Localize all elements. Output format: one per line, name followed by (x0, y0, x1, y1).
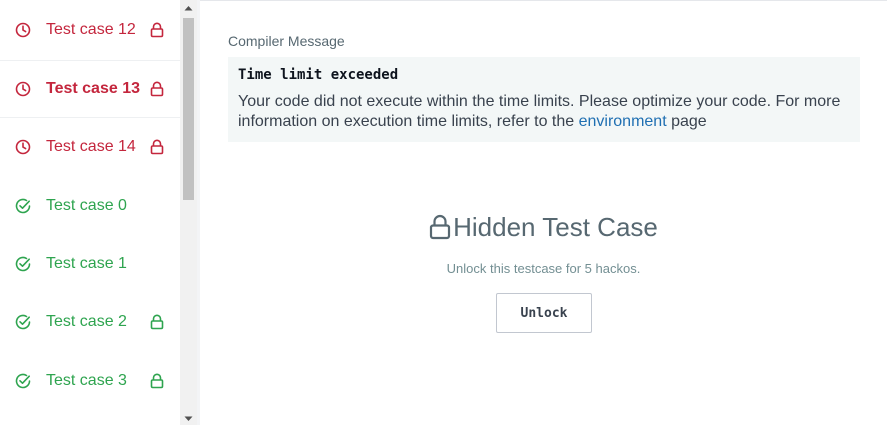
lock-icon (150, 139, 164, 155)
testcase-label: Test case 3 (46, 372, 127, 389)
check-circle-icon (15, 373, 31, 389)
check-circle-icon (15, 198, 31, 214)
lock-icon (150, 373, 164, 389)
compiler-message-tail: page (666, 113, 707, 130)
testcase-label: Test case 1 (46, 255, 127, 272)
testcase-item-2[interactable]: Test case 2 (0, 293, 180, 351)
scroll-down-arrow-icon[interactable] (184, 414, 193, 423)
unlock-hint: Unlock this testcase for 5 hackos. (446, 261, 641, 276)
testcase-item-13[interactable]: Test case 13 (0, 60, 180, 118)
environment-link[interactable]: environment (579, 113, 667, 130)
compiler-message-box: Time limit exceeded Your code did not ex… (228, 57, 860, 142)
clock-icon (15, 139, 31, 155)
scrollbar-thumb[interactable] (183, 18, 194, 200)
hidden-test-case-heading: Hidden Test Case (200, 212, 887, 243)
clock-icon (15, 81, 31, 97)
testcase-item-0[interactable]: Test case 0 (0, 177, 180, 235)
compiler-message-text: Your code did not execute within the tim… (238, 92, 850, 132)
lock-icon (150, 22, 164, 38)
testcase-item-1[interactable]: Test case 1 (0, 235, 180, 293)
testcase-item-12[interactable]: Test case 12 (0, 1, 180, 59)
testcase-item-3[interactable]: Test case 3 (0, 352, 180, 410)
testcase-detail-panel: Compiler Message Time limit exceeded You… (200, 0, 887, 425)
compiler-message-label: Compiler Message (228, 33, 345, 49)
testcase-label: Test case 0 (46, 197, 127, 214)
unlock-button[interactable]: Unlock (496, 293, 592, 333)
lock-icon (430, 214, 451, 240)
sidebar-scrollbar[interactable] (180, 0, 197, 425)
check-circle-icon (15, 256, 31, 272)
hidden-test-case-title: Hidden Test Case (453, 212, 658, 242)
lock-icon (150, 314, 164, 330)
testcase-label: Test case 14 (46, 138, 136, 155)
testcase-label: Test case 13 (46, 80, 140, 97)
lock-icon (150, 81, 164, 97)
clock-icon (15, 22, 31, 38)
compiler-message-title: Time limit exceeded (238, 67, 399, 83)
scroll-up-arrow-icon[interactable] (184, 4, 193, 13)
testcase-label: Test case 2 (46, 313, 127, 330)
testcase-sidebar: Test case 12 Test case 13 Test case 14 T… (0, 0, 180, 425)
check-circle-icon (15, 314, 31, 330)
compiler-message-body: Your code did not execute within the tim… (238, 93, 841, 130)
testcase-item-14[interactable]: Test case 14 (0, 118, 180, 176)
testcase-label: Test case 12 (46, 21, 136, 38)
